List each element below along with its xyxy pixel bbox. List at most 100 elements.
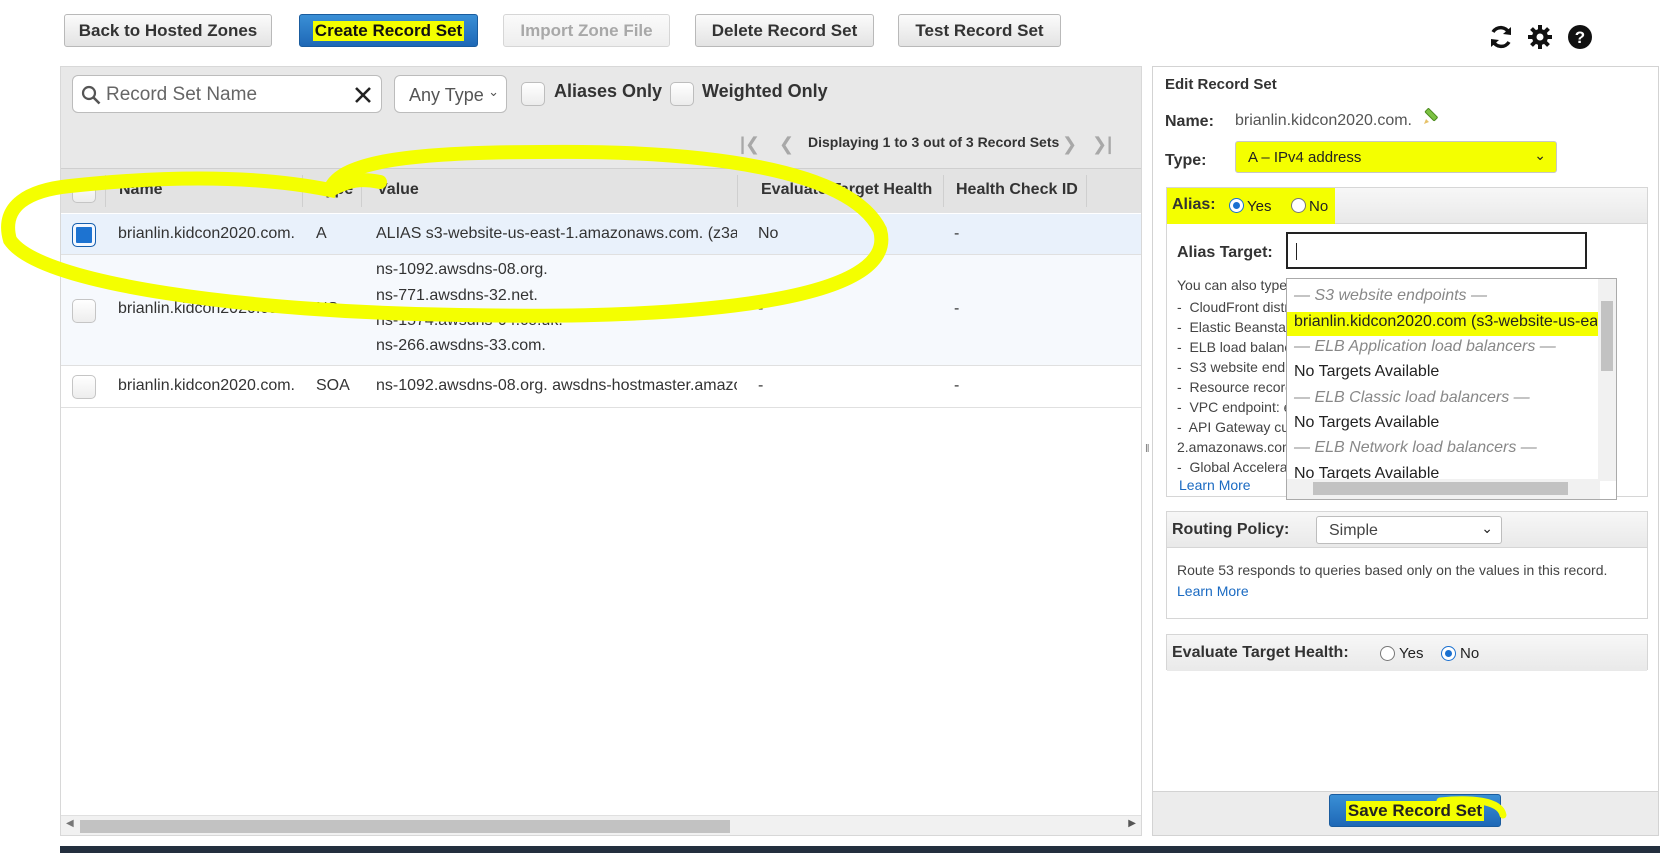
help-icon[interactable]: ? <box>1567 24 1593 50</box>
record-type-select[interactable]: A – IPv4 address ⌄ <box>1235 141 1557 173</box>
evaluate-target-health-label: Evaluate Target Health: <box>1172 644 1349 661</box>
panel-resize-handle[interactable]: ‖ <box>1145 443 1150 455</box>
scroll-right-icon[interactable]: ▶ <box>1128 818 1136 829</box>
alias-yes-radio[interactable] <box>1229 198 1244 213</box>
save-record-set-label: Save Record Set <box>1345 800 1485 821</box>
table-header: Name Type Value Evaluate Target Health H… <box>61 168 1141 213</box>
evaluate-yes-radio[interactable] <box>1380 646 1395 661</box>
table-row[interactable]: brianlin.kidcon2020.com. NS ns-1092.awsd… <box>61 255 1141 366</box>
gear-icon[interactable] <box>1527 24 1553 50</box>
help-item: Resource record <box>1189 379 1293 395</box>
record-value: ns-1092.awsdns-08.org. awsdns-hostmaster… <box>376 377 737 394</box>
evaluate-no-radio[interactable] <box>1441 646 1456 661</box>
bottom-bar <box>60 846 1660 853</box>
table-row[interactable]: brianlin.kidcon2020.com. SOA ns-1092.aws… <box>61 366 1141 408</box>
help-item: ELB load balanc <box>1189 339 1292 355</box>
routing-policy-label: Routing Policy: <box>1172 521 1290 538</box>
help-item: S3 website endp <box>1189 359 1293 375</box>
record-value: ALIAS s3-website-us-east-1.amazonaws.com… <box>376 225 737 242</box>
alias-no-radio[interactable] <box>1291 198 1306 213</box>
save-record-set-button[interactable]: Save Record Set <box>1329 794 1501 827</box>
create-record-set-label: Create Record Set <box>312 20 465 41</box>
pager-status: Displaying 1 to 3 out of 3 Record Sets <box>808 134 1060 150</box>
column-header-value[interactable]: Value <box>377 181 419 199</box>
column-header-type[interactable]: Type <box>317 181 353 199</box>
alias-section-header: Alias: Yes No <box>1167 188 1647 224</box>
column-header-health-check-id[interactable]: Health Check ID <box>956 181 1078 199</box>
create-record-set-button[interactable]: Create Record Set <box>299 14 478 47</box>
horizontal-scrollbar[interactable]: ◀ ▶ <box>61 815 1141 835</box>
help-item: CloudFront distr <box>1189 299 1290 315</box>
edit-pencil-icon[interactable] <box>1423 107 1441 125</box>
dropdown-option[interactable]: brianlin.kidcon2020.com (s3-website-us-e… <box>1294 313 1597 331</box>
routing-desc-text: Route 53 responds to queries based only … <box>1177 562 1608 578</box>
record-evaluate-target-health: - <box>758 300 764 317</box>
alias-learn-more-link[interactable]: Learn More <box>1179 477 1251 493</box>
svg-text:?: ? <box>1575 28 1585 47</box>
chevron-down-icon: ⌄ <box>1481 520 1493 536</box>
dropdown-horizontal-scrollbar[interactable] <box>1287 479 1600 499</box>
last-page-icon[interactable]: ❯| <box>1092 134 1112 155</box>
alias-target-dropdown[interactable]: — S3 website endpoints — brianlin.kidcon… <box>1286 278 1617 500</box>
delete-record-set-button[interactable]: Delete Record Set <box>695 14 874 47</box>
column-header-evaluate-target-health[interactable]: Evaluate Target Health <box>761 181 932 199</box>
first-page-icon[interactable]: |❮ <box>740 134 760 155</box>
dropdown-group-header: — ELB Network load balancers — <box>1294 439 1537 456</box>
alias-help-intro: You can also type <box>1177 277 1288 293</box>
record-type: A <box>316 225 327 242</box>
table-row[interactable]: brianlin.kidcon2020.com. A ALIAS s3-webs… <box>61 214 1141 255</box>
weighted-only-checkbox[interactable] <box>670 82 694 106</box>
record-name: brianlin.kidcon2020.com. <box>118 300 295 317</box>
search-icon <box>81 85 101 105</box>
routing-more-link[interactable]: More <box>1217 583 1249 599</box>
alias-no-label: No <box>1309 198 1329 215</box>
type-filter-select[interactable]: Any Type ⌄ <box>394 75 507 113</box>
dropdown-group-header: — S3 website endpoints — <box>1294 287 1487 304</box>
aliases-only-checkbox[interactable] <box>521 82 545 106</box>
routing-policy-value: Simple <box>1329 522 1378 539</box>
record-evaluate-target-health: - <box>758 377 764 394</box>
previous-page-icon[interactable]: ❮ <box>779 134 794 155</box>
type-filter-value: Any Type <box>409 85 484 105</box>
routing-learn-link[interactable]: Learn <box>1177 583 1213 599</box>
refresh-icon[interactable] <box>1488 24 1514 50</box>
dropdown-option[interactable]: No Targets Available <box>1294 414 1439 432</box>
record-health-check-id: - <box>954 225 960 242</box>
aliases-only-label: Aliases Only <box>554 81 663 101</box>
dropdown-option[interactable]: No Targets Available <box>1294 363 1439 381</box>
alias-target-input[interactable] <box>1286 232 1587 269</box>
row-checkbox[interactable] <box>72 223 96 247</box>
help-item: API Gateway cu <box>1188 419 1290 435</box>
alias-target-label: Alias Target: <box>1177 244 1273 261</box>
scroll-left-icon[interactable]: ◀ <box>66 818 74 829</box>
record-type-value: A – IPv4 address <box>1248 149 1362 166</box>
name-value: brianlin.kidcon2020.com. <box>1235 112 1412 129</box>
scrollbar-thumb[interactable] <box>80 820 730 833</box>
evaluate-target-health-header: Evaluate Target Health: Yes No <box>1167 635 1647 671</box>
filter-bar: Record Set Name Any Type ⌄ Aliases Only … <box>61 67 1141 213</box>
import-zone-file-button[interactable]: Import Zone File <box>503 14 670 47</box>
row-checkbox[interactable] <box>72 375 96 399</box>
next-page-icon[interactable]: ❯ <box>1062 134 1077 155</box>
record-set-search-input[interactable]: Record Set Name <box>72 75 382 113</box>
select-all-checkbox[interactable] <box>72 179 96 203</box>
help-item: Global Accelerat <box>1189 459 1292 475</box>
record-type: NS <box>316 300 339 317</box>
search-placeholder: Record Set Name <box>106 84 258 105</box>
record-type: SOA <box>316 377 350 394</box>
help-item: VPC endpoint: e <box>1189 399 1292 415</box>
row-checkbox[interactable] <box>72 299 96 323</box>
name-label: Name: <box>1165 113 1214 130</box>
clear-search-icon[interactable] <box>354 86 372 104</box>
help-item: 2.amazonaws.com <box>1177 439 1294 455</box>
record-value-line: ns-1092.awsdns-08.org. <box>376 261 548 278</box>
evaluate-no-label: No <box>1460 645 1480 662</box>
routing-policy-section: Routing Policy: Simple ⌄ Route 53 respon… <box>1166 511 1648 619</box>
routing-policy-select[interactable]: Simple ⌄ <box>1316 516 1502 544</box>
test-record-set-button[interactable]: Test Record Set <box>898 14 1061 47</box>
back-to-hosted-zones-button[interactable]: Back to Hosted Zones <box>64 14 272 47</box>
column-header-name[interactable]: Name <box>119 181 163 199</box>
record-evaluate-target-health: No <box>758 225 779 242</box>
record-value-line: ns-266.awsdns-33.com. <box>376 337 546 354</box>
dropdown-vertical-scrollbar[interactable] <box>1598 279 1616 481</box>
